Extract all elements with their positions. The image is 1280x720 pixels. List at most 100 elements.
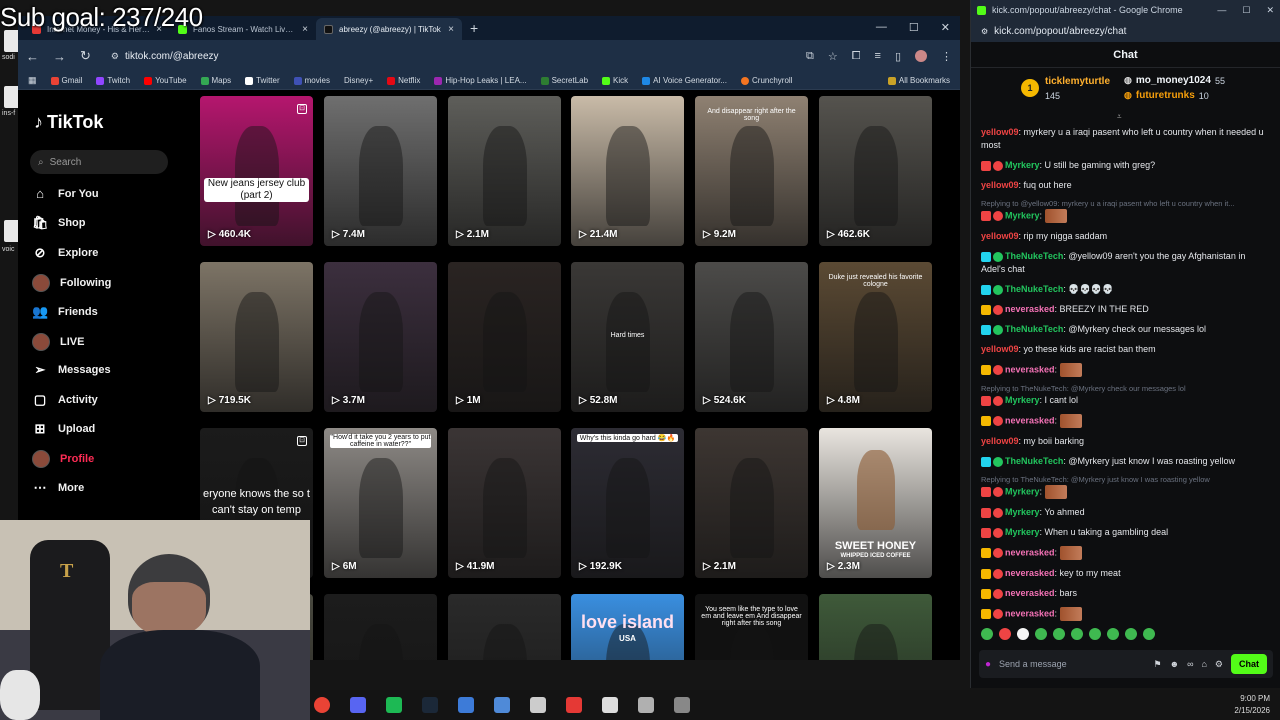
chat-username[interactable]: TheNukeTech [1005, 456, 1063, 466]
video-thumbnail[interactable]: ▷ 1M [448, 262, 561, 412]
settings-icon[interactable]: ⚙ [1215, 659, 1223, 670]
extensions-icon[interactable]: ⧠ [852, 50, 861, 63]
bookmark-netflix[interactable]: Netflix [387, 76, 420, 85]
chat-message[interactable]: Myrkery: When u taking a gambling deal [981, 526, 1271, 539]
taskbar-app[interactable] [454, 692, 478, 718]
site-info-icon[interactable]: ⚙ [981, 27, 988, 36]
reply-context[interactable]: Replying to TheNukeTech: @Myrkery check … [981, 384, 1271, 393]
bookmark-ai-voice[interactable]: AI Voice Generator... [642, 76, 727, 85]
chat-message[interactable]: neverasked: bars [981, 587, 1271, 600]
taskbar-app[interactable] [670, 692, 694, 718]
chat-username[interactable]: neverasked [1005, 588, 1055, 598]
nav-explore[interactable]: ⊘ Explore [32, 245, 99, 261]
video-thumbnail[interactable]: Hard times ▷ 52.8M [571, 262, 684, 412]
video-thumbnail[interactable]: "How'd it take you 2 years to put caffei… [324, 428, 437, 578]
chat-username[interactable]: neverasked [1005, 608, 1055, 618]
apps-grid-icon[interactable]: ▦ [28, 75, 37, 86]
nav-live[interactable]: LIVE [32, 333, 84, 351]
system-clock[interactable]: 9:00 PM 2/15/2026 [1234, 693, 1270, 717]
mic-icon[interactable]: ● [985, 659, 991, 670]
back-arrow-icon[interactable]: ← [26, 49, 39, 64]
chat-username[interactable]: TheNukeTech [1005, 251, 1063, 261]
video-thumbnail[interactable]: ▷ 21.4M [571, 96, 684, 246]
chat-message[interactable]: neverasked: [981, 546, 1271, 560]
quick-emote-icon[interactable] [1125, 628, 1137, 640]
bookmark-secretlab[interactable]: SecretLab [540, 76, 588, 85]
taskbar-app[interactable] [418, 692, 442, 718]
search-input[interactable]: ⌕ Search [30, 150, 168, 174]
chat-username[interactable]: yellow09 [981, 231, 1019, 241]
browser-tab-active[interactable]: abreezy (@abreezy) | TikTok × [316, 18, 462, 40]
chat-message[interactable]: yellow09: rip my nigga saddam [981, 230, 1271, 243]
chat-message[interactable]: neverasked: [981, 607, 1271, 621]
chat-message[interactable]: neverasked: [981, 363, 1271, 377]
bookmark-crunchyroll[interactable]: Crunchyroll [741, 76, 792, 85]
leaderboard-second[interactable]: ◍ mo_money1024 55 [1124, 75, 1225, 86]
nav-upload[interactable]: ⊞ Upload [32, 421, 96, 437]
profile-avatar[interactable] [915, 50, 927, 62]
video-thumbnail[interactable] [324, 594, 437, 660]
chat-username[interactable]: Myrkery [1005, 395, 1040, 405]
maximize-icon[interactable]: ☐ [1242, 5, 1250, 16]
nav-friends[interactable]: 👥 Friends [32, 304, 98, 320]
chat-username[interactable]: Myrkery [1005, 486, 1040, 496]
leaderboard-first[interactable]: 1 ticklemyturtle 145 [1021, 76, 1110, 101]
emoji-icon[interactable]: ☻ [1170, 659, 1179, 669]
quick-emote-icon[interactable] [1053, 628, 1065, 640]
nav-shop[interactable]: 🛍 Shop [32, 215, 86, 231]
site-info-icon[interactable]: ⚙ [111, 51, 119, 62]
chat-username[interactable]: yellow09 [981, 344, 1019, 354]
close-icon[interactable]: ✕ [1266, 5, 1274, 16]
bookmark-maps[interactable]: Maps [200, 76, 231, 85]
chat-message[interactable]: Myrkery: Yo ahmed [981, 506, 1271, 519]
quick-emote-icon[interactable] [1143, 628, 1155, 640]
taskbar-app[interactable] [526, 692, 550, 718]
chat-message[interactable]: yellow09: yo these kids are racist ban t… [981, 343, 1271, 356]
menu-kebab-icon[interactable]: ⋮ [941, 50, 952, 63]
taskbar-app[interactable] [310, 692, 334, 718]
bookmark-kick[interactable]: Kick [602, 76, 628, 85]
all-bookmarks[interactable]: All Bookmarks [887, 76, 950, 85]
install-app-icon[interactable]: ⧉ [806, 50, 814, 63]
close-icon[interactable]: ✕ [941, 21, 950, 34]
nav-profile[interactable]: Profile [32, 450, 94, 468]
nav-for-you[interactable]: ⌂ For You [32, 186, 98, 201]
leaderboard-third[interactable]: ◍ futuretrunks 10 [1124, 90, 1225, 101]
chat-message[interactable]: Myrkery: U still be gaming with greg? [981, 159, 1271, 172]
taskbar-app[interactable] [382, 692, 406, 718]
chat-message[interactable]: Myrkery: [981, 209, 1271, 223]
chat-username[interactable]: yellow09 [981, 180, 1019, 190]
taskbar-app[interactable] [634, 692, 658, 718]
chat-message[interactable]: yellow09: myrkery u a iraqi pasent who l… [981, 126, 1271, 152]
chat-message[interactable]: neverasked: key to my meat [981, 567, 1271, 580]
video-thumbnail[interactable]: ▷ 2.1M [448, 96, 561, 246]
video-thumbnail[interactable]: Why's this kinda go hard 😂🔥 ▷ 192.9K [571, 428, 684, 578]
nav-messages[interactable]: ➢ Messages [32, 362, 111, 378]
video-thumbnail[interactable]: ▷ 462.6K [819, 96, 932, 246]
chat-username[interactable]: Myrkery [1005, 527, 1040, 537]
bookmark-disney[interactable]: Disney+ [344, 76, 373, 85]
chat-message[interactable]: neverasked: BREEZY IN THE RED [981, 303, 1271, 316]
chat-username[interactable]: yellow09 [981, 127, 1019, 137]
quick-emote-icon[interactable] [1107, 628, 1119, 640]
nav-following[interactable]: Following [32, 274, 111, 292]
video-thumbnail[interactable] [448, 594, 561, 660]
bookmark-gmail[interactable]: Gmail [50, 76, 82, 85]
chat-message[interactable]: TheNukeTech: 💀💀💀💀 [981, 283, 1271, 296]
send-message-input[interactable]: Send a message [999, 659, 1145, 669]
minimize-icon[interactable]: — [1217, 5, 1226, 16]
quick-emote-icon[interactable] [1017, 628, 1029, 640]
bookmark-movies[interactable]: movies [293, 76, 330, 85]
chat-message[interactable]: TheNukeTech: @Myrkery just know I was ro… [981, 455, 1271, 468]
chat-username[interactable]: yellow09 [981, 436, 1019, 446]
video-thumbnail[interactable]: ▷ 719.5K [200, 262, 313, 412]
video-thumbnail[interactable]: ▷ 41.9M [448, 428, 561, 578]
bookmark-twitter[interactable]: Twitter [245, 76, 280, 85]
reply-context[interactable]: Replying to @yellow09: myrkery u a iraqi… [981, 199, 1271, 208]
chat-username[interactable]: TheNukeTech [1005, 324, 1063, 334]
video-thumbnail[interactable]: ▷ 7.4M [324, 96, 437, 246]
video-thumbnail[interactable]: love island USA [571, 594, 684, 660]
bookmark-twitch[interactable]: Twitch [96, 76, 130, 85]
chat-message[interactable]: neverasked: [981, 414, 1271, 428]
store-icon[interactable]: ⌂ [1201, 659, 1206, 669]
